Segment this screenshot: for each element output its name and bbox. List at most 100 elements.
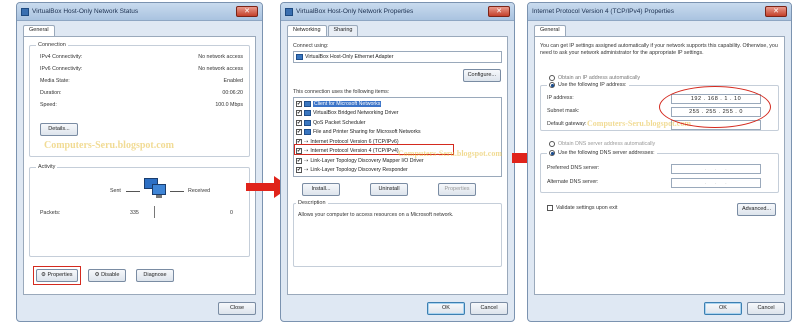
checkbox[interactable]: ✔ <box>296 110 302 117</box>
ok-button[interactable]: OK <box>427 302 465 315</box>
checkbox[interactable]: ✔ <box>296 100 302 107</box>
use-dns-label: Use the following DNS server addresses: <box>558 150 655 156</box>
item-label: File and Printer Sharing for Microsoft N… <box>313 129 421 136</box>
advanced-button[interactable]: Advanced... <box>736 203 776 216</box>
received-label: Received <box>188 188 211 194</box>
auto-ip-label: Obtain an IP address automatically <box>558 75 641 81</box>
row-value: 100.0 Mbps <box>215 102 243 108</box>
radio-auto-dns[interactable] <box>549 141 555 147</box>
description-group: Description Allows your computer to acce… <box>293 200 502 267</box>
row-label: Media State: <box>40 78 70 84</box>
watermark: Computers-Seru.blogspot.com <box>398 149 502 158</box>
network-icon <box>285 7 293 16</box>
row-value: No network access <box>198 54 243 60</box>
close-icon[interactable]: ✕ <box>488 6 510 17</box>
alternate-dns-field[interactable]: . . . <box>671 178 761 188</box>
auto-ip-option[interactable]: Obtain an IP address automatically <box>549 75 640 81</box>
items-label: This connection uses the following items… <box>293 89 390 95</box>
packets-received: 0 <box>230 210 233 216</box>
activity-group: Activity Sent Received Packets: 335 0 <box>29 164 250 257</box>
sent-label: Sent <box>110 188 121 194</box>
title-bar: VirtualBox Host-Only Network Properties … <box>281 3 514 21</box>
connection-title: Connection <box>36 42 68 48</box>
row-value: Enabled <box>223 78 243 84</box>
validate-checkbox[interactable] <box>547 205 553 211</box>
adapter-icon <box>296 53 303 60</box>
networking-panel: Connect using: VirtualBox Host-Only Ethe… <box>287 36 508 295</box>
item-label: Link-Layer Topology Discovery Responder <box>310 167 408 174</box>
radio-auto-ip[interactable] <box>549 75 555 81</box>
item-label: VirtualBox Bridged Networking Driver <box>313 110 399 117</box>
ipv4-window: Internet Protocol Version 4 (TCP/IPv4) P… <box>527 2 792 322</box>
title-bar: VirtualBox Host-Only Network Status ✕ <box>17 3 262 21</box>
status-panel: Connection IPv4 Connectivity: No network… <box>23 36 256 295</box>
preferred-dns-field[interactable]: . . . <box>671 164 761 174</box>
line-received <box>170 191 184 192</box>
window-title: Internet Protocol Version 4 (TCP/IPv4) P… <box>532 8 674 15</box>
radio-use-ip[interactable] <box>549 82 555 88</box>
disable-button[interactable]: ⚙ Disable <box>88 269 126 282</box>
items-list: ✔ Client for Microsoft Networks ✔ VirtualB… <box>293 97 502 177</box>
adapter-box: VirtualBox Host-Only Ethernet Adapter <box>293 51 502 63</box>
use-ip-option[interactable]: Use the following IP address: <box>547 82 629 88</box>
driver-icon <box>304 110 311 117</box>
computers-icon <box>142 178 168 200</box>
checkbox[interactable]: ✔ <box>296 119 302 126</box>
activity-title: Activity <box>36 164 58 170</box>
shield-icon: ⚙ <box>94 272 100 278</box>
client-icon <box>304 100 311 107</box>
auto-dns-option[interactable]: Obtain DNS server address automatically <box>549 141 655 147</box>
mask-label: Subnet mask: <box>547 108 580 114</box>
radio-use-dns[interactable] <box>549 150 555 156</box>
gateway-label: Default gateway: <box>547 121 587 127</box>
list-item[interactable]: ✔ Client for Microsoft Networks <box>294 99 501 109</box>
list-item[interactable]: ✔ ⇢ Link-Layer Topology Discovery Responde… <box>294 166 501 176</box>
validate-option[interactable]: Validate settings upon exit <box>547 205 617 211</box>
validate-label: Validate settings upon exit <box>556 205 618 211</box>
cancel-button[interactable]: Cancel <box>747 302 785 315</box>
row-value: 00:06:20 <box>222 90 243 96</box>
protocol-icon: ⇢ <box>304 157 309 164</box>
ip-label: IP address: <box>547 95 574 101</box>
checkbox[interactable]: ✔ <box>296 157 302 164</box>
protocol-icon: ⇢ <box>304 167 309 174</box>
ip-highlight-ellipse <box>659 86 771 128</box>
sharing-icon <box>304 129 311 136</box>
watermark: Computers-Seru.blogspot.com <box>44 140 174 151</box>
list-item[interactable]: ✔ VirtualBox Bridged Networking Driver <box>294 109 501 119</box>
item-label: Link-Layer Topology Discovery Mapper I/O… <box>310 157 424 164</box>
disable-label: Disable <box>101 272 120 278</box>
checkbox[interactable]: ✔ <box>296 129 302 136</box>
uninstall-button[interactable]: Uninstall <box>370 183 408 196</box>
ok-button[interactable]: OK <box>704 302 742 315</box>
divider <box>154 206 155 218</box>
connection-group: Connection IPv4 Connectivity: No network… <box>29 42 250 157</box>
item-properties-button[interactable]: Properties <box>438 183 476 196</box>
install-button[interactable]: Install... <box>302 183 340 196</box>
auto-dns-label: Obtain DNS server address automatically <box>558 141 656 147</box>
checkbox[interactable]: ✔ <box>296 167 302 174</box>
description-title: Description <box>296 200 328 206</box>
description-text: Allows your computer to access resources… <box>298 212 454 218</box>
properties-window: VirtualBox Host-Only Network Properties … <box>280 2 515 322</box>
row-label: Duration: <box>40 90 62 96</box>
close-icon[interactable]: ✕ <box>236 6 258 17</box>
cancel-button[interactable]: Cancel <box>470 302 508 315</box>
pref-dns-label: Preferred DNS server: <box>547 165 600 171</box>
row-value: No network access <box>198 66 243 72</box>
list-item[interactable]: ✔ QoS Packet Scheduler <box>294 118 501 128</box>
alt-dns-label: Alternate DNS server: <box>547 179 599 185</box>
window-title: VirtualBox Host-Only Network Properties <box>296 8 414 15</box>
list-item[interactable]: ✔ File and Printer Sharing for Microsoft … <box>294 128 501 138</box>
use-dns-option[interactable]: Use the following DNS server addresses: <box>547 150 657 156</box>
diagnose-button[interactable]: Diagnose <box>136 269 174 282</box>
qos-icon <box>304 119 311 126</box>
details-button[interactable]: Details... <box>40 123 78 136</box>
item-label: QoS Packet Scheduler <box>313 119 366 126</box>
close-icon[interactable]: ✕ <box>765 6 787 17</box>
close-button[interactable]: Close <box>218 302 256 315</box>
window-title: VirtualBox Host-Only Network Status <box>32 8 139 15</box>
packets-sent: 335 <box>130 210 139 216</box>
network-icon <box>21 7 29 16</box>
configure-button[interactable]: Configure... <box>462 69 501 82</box>
